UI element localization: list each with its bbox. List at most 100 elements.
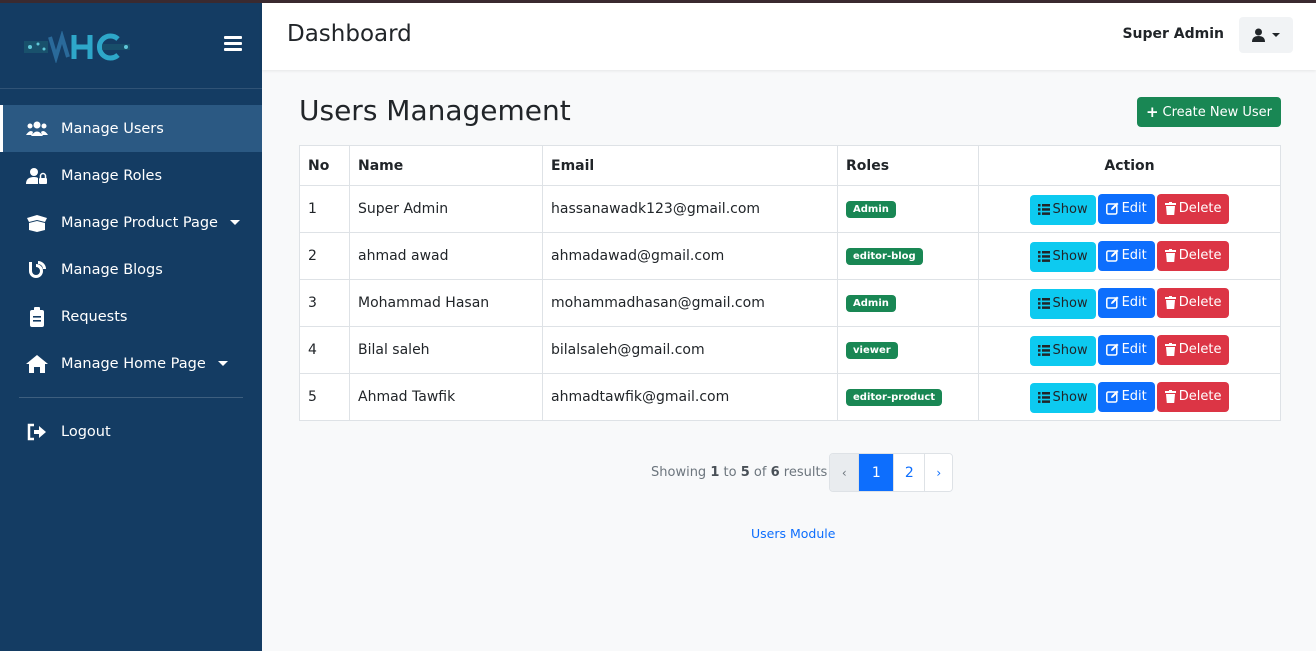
brand-logo[interactable] <box>22 31 134 63</box>
clipboard-icon <box>26 306 48 327</box>
plus-icon: + <box>1145 103 1159 121</box>
pager: ‹ 1 2 › <box>829 453 954 492</box>
cell-email: bilalsaleh@gmail.com <box>542 326 838 374</box>
cell-action: Show Edit Delete <box>978 232 1281 280</box>
users-table: No Name Email Roles Action 1 Super Admin h… <box>299 145 1281 421</box>
delete-label: Delete <box>1178 248 1222 263</box>
cell-action: Show Edit Delete <box>978 326 1281 374</box>
edit-icon <box>1105 249 1119 262</box>
sidebar-item-manage-product-page[interactable]: Manage Product Page <box>0 199 262 246</box>
col-header-action: Action <box>978 145 1281 186</box>
delete-button[interactable]: Delete <box>1156 287 1230 318</box>
user-menu-button[interactable] <box>1239 17 1293 53</box>
next-page-button[interactable]: › <box>924 454 953 491</box>
list-icon <box>1037 392 1050 403</box>
show-button[interactable]: Show <box>1029 241 1096 272</box>
prev-page-button[interactable]: ‹ <box>830 454 859 491</box>
menu-toggle-icon[interactable] <box>224 36 242 52</box>
cell-action: Show Edit Delete <box>978 373 1281 421</box>
show-label: Show <box>1052 296 1088 311</box>
role-badge: Admin <box>846 201 896 218</box>
show-button[interactable]: Show <box>1029 194 1096 225</box>
cell-action: Show Edit Delete <box>978 279 1281 327</box>
cell-name: Super Admin <box>349 185 543 233</box>
list-icon <box>1037 251 1050 262</box>
sidebar-item-label: Manage Product Page <box>61 214 218 231</box>
delete-button[interactable]: Delete <box>1156 193 1230 224</box>
edit-button[interactable]: Edit <box>1097 193 1155 224</box>
list-icon <box>1037 298 1050 309</box>
users-module-link[interactable]: Users Module <box>751 526 835 541</box>
sidebar-item-manage-users[interactable]: Manage Users <box>0 105 262 152</box>
user-icon <box>1252 28 1265 42</box>
table-row: 2 ahmad awad ahmadawad@gmail.com editor-blo… <box>299 232 1281 280</box>
chevron-down-icon <box>217 361 228 366</box>
box-open-icon <box>26 213 48 233</box>
range-to: 5 <box>740 465 750 480</box>
cell-name: ahmad awad <box>349 232 543 280</box>
show-label: Show <box>1052 343 1088 358</box>
edit-button[interactable]: Edit <box>1097 240 1155 271</box>
sidebar: Manage Users Manage Roles Manage Product… <box>0 3 262 651</box>
logout-icon <box>26 422 48 442</box>
col-header-name: Name <box>349 145 543 186</box>
sidebar-item-label: Requests <box>61 308 128 325</box>
sidebar-divider <box>19 397 243 398</box>
show-button[interactable]: Show <box>1029 335 1096 366</box>
table-row: 5 Ahmad Tawfik ahmadtawfik@gmail.com editor… <box>299 373 1281 421</box>
delete-label: Delete <box>1178 389 1222 404</box>
sidebar-item-manage-home-page[interactable]: Manage Home Page <box>0 340 262 387</box>
show-button[interactable]: Show <box>1029 288 1096 319</box>
sidebar-item-label: Manage Users <box>61 120 164 137</box>
show-label: Show <box>1052 390 1088 405</box>
col-header-email: Email <box>542 145 838 186</box>
range-from: 1 <box>710 465 720 480</box>
cell-role: editor-product <box>837 373 979 421</box>
sidebar-item-requests[interactable]: Requests <box>0 293 262 340</box>
cell-name: Bilal saleh <box>349 326 543 374</box>
pagination-summary: Showing 1 to 5 of 6 results <box>651 465 827 480</box>
show-label: Show <box>1052 202 1088 217</box>
sidebar-item-manage-roles[interactable]: Manage Roles <box>0 152 262 199</box>
section-title: Users Management <box>299 94 571 127</box>
delete-button[interactable]: Delete <box>1156 334 1230 365</box>
role-badge: Admin <box>846 295 896 312</box>
edit-icon <box>1105 202 1119 215</box>
show-label: Show <box>1052 249 1088 264</box>
page-title: Dashboard <box>287 21 412 47</box>
edit-button[interactable]: Edit <box>1097 381 1155 412</box>
cell-no: 1 <box>299 185 350 233</box>
edit-label: Edit <box>1121 201 1147 216</box>
edit-button[interactable]: Edit <box>1097 334 1155 365</box>
logout-button[interactable]: Logout <box>0 408 262 455</box>
role-badge: viewer <box>846 342 898 359</box>
home-icon <box>26 354 48 374</box>
page-1-button[interactable]: 1 <box>858 454 894 491</box>
blog-icon <box>26 260 48 280</box>
results-label: results <box>783 465 828 480</box>
edit-label: Edit <box>1121 389 1147 404</box>
edit-button[interactable]: Edit <box>1097 287 1155 318</box>
create-user-button[interactable]: + Create New User <box>1136 97 1281 127</box>
show-button[interactable]: Show <box>1029 382 1096 413</box>
cell-role: Admin <box>837 279 979 327</box>
role-badge: editor-product <box>846 389 943 406</box>
col-header-no: No <box>299 145 350 186</box>
trash-icon <box>1164 343 1176 356</box>
sidebar-nav: Manage Users Manage Roles Manage Product… <box>0 89 262 455</box>
delete-button[interactable]: Delete <box>1156 381 1230 412</box>
delete-label: Delete <box>1178 342 1222 357</box>
of-label: of <box>753 465 767 480</box>
cell-name: Mohammad Hasan <box>349 279 543 327</box>
cell-role: Admin <box>837 185 979 233</box>
list-icon <box>1037 204 1050 215</box>
edit-label: Edit <box>1121 342 1147 357</box>
page-2-button[interactable]: 2 <box>893 454 925 491</box>
delete-button[interactable]: Delete <box>1156 240 1230 271</box>
logout-label: Logout <box>61 423 111 440</box>
cell-name: Ahmad Tawfik <box>349 373 543 421</box>
table-row: 3 Mohammad Hasan mohammadhasan@gmail.com Ad… <box>299 279 1281 327</box>
sidebar-item-manage-blogs[interactable]: Manage Blogs <box>0 246 262 293</box>
delete-label: Delete <box>1178 201 1222 216</box>
trash-icon <box>1164 390 1176 403</box>
